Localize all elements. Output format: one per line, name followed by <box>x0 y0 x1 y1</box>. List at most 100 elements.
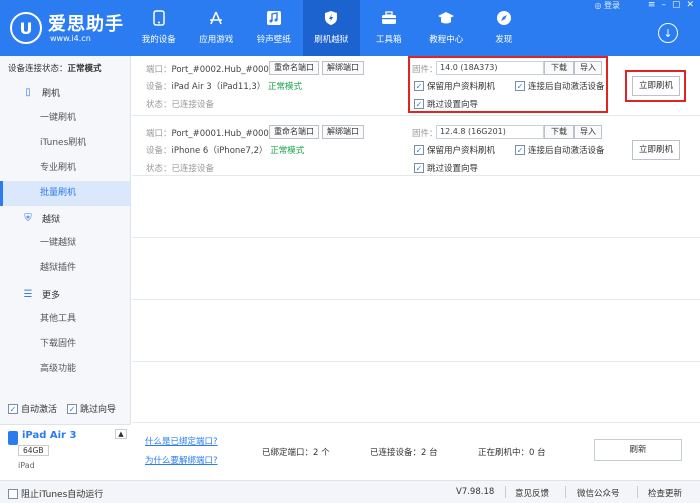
connected-devices-count: 已连接设备：2 台 <box>370 448 438 458</box>
refresh-button[interactable]: 刷新 <box>594 439 682 461</box>
device-info: 设备：iPhone 6（iPhone7,2） 正常模式 <box>146 146 305 156</box>
checkbox-checked-icon: ✓ <box>8 403 18 414</box>
login-link[interactable]: ◎ 登录 <box>594 0 620 11</box>
port-value: Port_#0002.Hub_#0003 <box>171 65 275 75</box>
section-more[interactable]: ☰ 更多 <box>0 282 131 306</box>
section-flash[interactable]: ▯ 刷机 <box>0 80 131 104</box>
sidebar-item-advanced[interactable]: 高级功能 <box>0 357 131 382</box>
music-icon <box>265 9 283 27</box>
menu-icon[interactable]: ≡ <box>648 0 656 10</box>
section-jailbreak[interactable]: ⛨ 越狱 <box>0 206 131 230</box>
empty-port-row <box>132 300 700 362</box>
flash-now-button[interactable]: 立即刷机 <box>632 140 680 160</box>
auto-activate-checkbox[interactable]: ✓ 自动激活 <box>8 402 57 415</box>
download-manager-icon[interactable]: ↓ <box>658 23 678 43</box>
firmware-label: 固件： <box>412 129 438 139</box>
window-controls: ≡ – ▢ ✕ <box>648 0 694 10</box>
mode-badge: 正常模式 <box>268 82 303 92</box>
logo-mark-icon: U <box>10 12 42 44</box>
empty-port-row <box>132 176 700 238</box>
batch-flash-panel: 端口：Port_#0002.Hub_#0003 重命名端口 解绑端口 设备：iP… <box>132 56 700 480</box>
status-bar: 阻止iTunes自动运行 V7.98.18 意见反馈 微信公众号 检查更新 <box>0 480 700 503</box>
nav-apps[interactable]: 应用游戏 <box>188 0 246 56</box>
nav-label: 发现 <box>495 35 513 45</box>
ipad-icon <box>8 431 18 445</box>
skip-guide-checkbox[interactable]: ✓ 跳过向导 <box>67 402 116 415</box>
why-unbind-port-link[interactable]: 为什么要解绑端口? <box>145 454 218 466</box>
connection-status: 设备连接状态：正常模式 <box>8 64 102 74</box>
wechat-link[interactable]: 微信公众号 <box>577 487 620 499</box>
divider <box>637 486 638 498</box>
sidebar-item-jailbreak-plugins[interactable]: 越狱插件 <box>0 256 131 281</box>
divider <box>565 486 566 498</box>
port-info: 端口：Port_#0001.Hub_#0003 <box>146 129 275 139</box>
device-value: iPhone 6（iPhone7,2） <box>171 146 268 156</box>
minimize-icon[interactable]: – <box>661 0 666 10</box>
sidebar-item-other-tools[interactable]: 其他工具 <box>0 307 131 332</box>
nav-tutorials[interactable]: 教程中心 <box>418 0 476 56</box>
maximize-icon[interactable]: ▢ <box>672 0 681 10</box>
nav-label: 教程中心 <box>429 35 464 45</box>
unbind-port-button[interactable]: 解绑端口 <box>322 125 364 139</box>
what-is-bound-port-link[interactable]: 什么是已绑定端口? <box>145 435 218 447</box>
device-type: iPad <box>18 461 35 470</box>
auto-activate-device-checkbox[interactable]: ✓ 连接后自动激活设备 <box>515 144 605 156</box>
rename-port-button[interactable]: 重命名端口 <box>269 61 319 75</box>
compass-icon <box>495 9 513 27</box>
check-update-link[interactable]: 检查更新 <box>648 487 682 499</box>
nav-ringtones[interactable]: 铃声壁纸 <box>245 0 303 56</box>
nav-toolbox[interactable]: 工具箱 <box>360 0 418 56</box>
list-icon: ☰ <box>23 288 33 300</box>
port-info: 端口：Port_#0002.Hub_#0003 <box>146 65 275 75</box>
rename-port-button[interactable]: 重命名端口 <box>269 125 319 139</box>
tablet-icon: ▯ <box>25 86 31 98</box>
divider <box>505 486 506 498</box>
sidebar: 设备连接状态：正常模式 ▯ 刷机 一键刷机 iTunes刷机 专业刷机 批量刷机… <box>0 56 131 480</box>
logo-url: www.i4.cn <box>50 34 91 43</box>
device-row: 端口：Port_#0001.Hub_#0003 重命名端口 解绑端口 设备：iP… <box>132 116 700 176</box>
nav-flash-jailbreak[interactable]: 刷机越狱 <box>302 0 360 56</box>
flashing-count: 正在刷机中：0 台 <box>478 448 546 458</box>
graduation-icon <box>437 9 455 27</box>
sidebar-item-batch-flash[interactable]: 批量刷机 <box>0 181 131 206</box>
phone-icon <box>150 9 168 27</box>
checkbox-checked-icon: ✓ <box>515 145 525 155</box>
import-firmware-button[interactable]: 导入 <box>574 125 602 139</box>
block-itunes-checkbox[interactable]: 阻止iTunes自动运行 <box>8 487 103 500</box>
sidebar-item-one-click-flash[interactable]: 一键刷机 <box>0 106 131 131</box>
download-firmware-button[interactable]: 下载 <box>544 125 574 139</box>
shield-icon: ⛨ <box>24 212 32 224</box>
connection-mode: 正常模式 <box>67 64 102 74</box>
sidebar-item-one-click-jailbreak[interactable]: 一键越狱 <box>0 231 131 256</box>
sidebar-item-pro-flash[interactable]: 专业刷机 <box>0 156 131 181</box>
firmware-field[interactable]: 12.4.8 (16G201) <box>436 125 544 139</box>
sidebar-item-download-firmware[interactable]: 下载固件 <box>0 332 131 357</box>
mode-badge: 正常模式 <box>270 146 305 156</box>
keep-data-checkbox[interactable]: ✓ 保留用户资料刷机 <box>414 144 495 156</box>
nav-discover[interactable]: 发现 <box>475 0 533 56</box>
nav-label: 工具箱 <box>375 35 402 45</box>
nav-label: 铃声壁纸 <box>256 35 291 45</box>
empty-port-row <box>132 362 700 424</box>
nav-label: 应用游戏 <box>199 35 234 45</box>
highlight-box <box>625 70 686 102</box>
device-card[interactable]: iPad Air 3 64GB iPad ▲ <box>0 424 131 480</box>
sidebar-options: ✓ 自动激活 ✓ 跳过向导 <box>8 402 116 415</box>
app-logo: U 爱思助手 www.i4.cn <box>10 10 150 46</box>
top-bar: U 爱思助手 www.i4.cn 我的设备 应用游戏 铃声壁纸 刷机越狱 工具箱… <box>0 0 700 56</box>
feedback-link[interactable]: 意见反馈 <box>515 487 549 499</box>
checkbox-unchecked-icon <box>8 488 18 499</box>
checkbox-checked-icon: ✓ <box>414 145 424 155</box>
close-icon[interactable]: ✕ <box>686 0 694 10</box>
sidebar-item-itunes-flash[interactable]: iTunes刷机 <box>0 131 131 156</box>
skip-setup-checkbox[interactable]: ✓ 跳过设置向导 <box>414 162 478 174</box>
logo-title: 爱思助手 <box>48 14 124 35</box>
nav-my-device[interactable]: 我的设备 <box>130 0 188 56</box>
appstore-icon <box>207 9 225 27</box>
nav-label: 我的设备 <box>141 35 176 45</box>
version-label: V7.98.18 <box>456 487 495 497</box>
status-info: 状态：已连接设备 <box>146 100 215 110</box>
unbind-port-button[interactable]: 解绑端口 <box>322 61 364 75</box>
status-info: 状态：已连接设备 <box>146 164 215 174</box>
collapse-up-icon[interactable]: ▲ <box>115 429 127 439</box>
